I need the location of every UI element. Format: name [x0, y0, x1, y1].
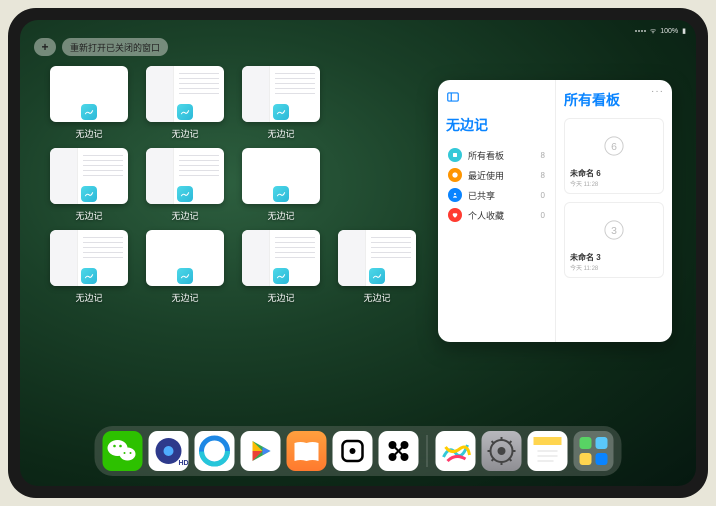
freeform-app-icon	[177, 268, 193, 284]
sidebar-item-clock[interactable]: 最近使用 8	[446, 165, 547, 185]
dock-app-folder[interactable]	[574, 431, 614, 471]
thumbnail-label: 无边记	[267, 291, 294, 304]
thumbnail-label: 无边记	[363, 291, 390, 304]
window-thumbnail[interactable]: 无边记	[242, 66, 320, 140]
dock-separator	[427, 435, 428, 467]
battery-icon: ▮	[682, 27, 686, 35]
popover-content-title: 所有看板	[564, 90, 664, 110]
heart-icon	[448, 208, 462, 222]
sidebar-item-label: 最近使用	[468, 169, 535, 182]
ipad-device: ᯤ 100% ▮ + 重新打开已关闭的窗口 无边记无边记无边记无边记无边记无边记…	[8, 8, 708, 498]
window-grid: 无边记无边记无边记无边记无边记无边记无边记无边记无边记无边记无边记无边记	[50, 66, 416, 304]
person-icon	[448, 188, 462, 202]
sidebar-item-count: 0	[541, 191, 545, 200]
thumbnail-label: 无边记	[75, 127, 102, 140]
board-preview: 3	[570, 208, 658, 252]
window-thumbnail[interactable]: 无边记	[146, 148, 224, 222]
sidebar-item-label: 个人收藏	[468, 209, 535, 222]
freeform-app-icon	[273, 186, 289, 202]
thumbnail-label: 无边记	[75, 209, 102, 222]
thumbnail-label: 无边记	[267, 209, 294, 222]
dock-app-freeform[interactable]	[436, 431, 476, 471]
svg-text:3: 3	[611, 226, 617, 237]
top-bar: + 重新打开已关闭的窗口	[34, 38, 168, 56]
board-card[interactable]: 6 未命名 6今天 11:28	[564, 118, 664, 194]
thumbnail-label: 无边记	[171, 291, 198, 304]
board-date: 今天 11:28	[570, 179, 658, 188]
window-thumbnail[interactable]: 无边记	[146, 230, 224, 304]
sidebar-item-square[interactable]: 所有看板 8	[446, 145, 547, 165]
dock-app-browser2[interactable]	[195, 431, 235, 471]
sidebar-item-count: 8	[541, 171, 545, 180]
window-thumbnail[interactable]: 无边记	[50, 66, 128, 140]
sidebar-item-label: 已共享	[468, 189, 535, 202]
freeform-app-icon	[177, 186, 193, 202]
signal-icon	[635, 30, 646, 32]
thumbnail-label: 无边记	[171, 209, 198, 222]
freeform-app-icon	[369, 268, 385, 284]
popover-sidebar: 无边记 所有看板 8 最近使用 8 已共享 0 个人收藏 0	[438, 80, 556, 342]
freeform-app-icon	[81, 186, 97, 202]
freeform-app-icon	[273, 104, 289, 120]
square-icon	[448, 148, 462, 162]
freeform-app-icon	[273, 268, 289, 284]
screen: ᯤ 100% ▮ + 重新打开已关闭的窗口 无边记无边记无边记无边记无边记无边记…	[20, 20, 696, 486]
dock-app-browser1[interactable]: HD	[149, 431, 189, 471]
battery-pct: 100%	[660, 28, 678, 35]
window-thumbnail[interactable]: 无边记	[242, 148, 320, 222]
thumbnail-label: 无边记	[267, 127, 294, 140]
sidebar-item-heart[interactable]: 个人收藏 0	[446, 205, 547, 225]
window-thumbnail[interactable]: 无边记	[242, 230, 320, 304]
freeform-popover: 无边记 所有看板8最近使用8已共享0个人收藏0 ··· 所有看板 6未命名 6今…	[438, 80, 672, 342]
board-name: 未命名 3	[570, 252, 658, 263]
wifi-icon: ᯤ	[650, 27, 656, 36]
window-thumbnail[interactable]: 无边记	[50, 148, 128, 222]
svg-text:6: 6	[611, 142, 617, 153]
board-preview: 6	[570, 124, 658, 168]
reopen-closed-window-button[interactable]: 重新打开已关闭的窗口	[62, 38, 168, 56]
sidebar-icon	[446, 90, 460, 104]
thumbnail-label: 无边记	[75, 291, 102, 304]
dock: HD	[95, 426, 622, 476]
popover-content: ··· 所有看板 6未命名 6今天 11:283未命名 3今天 11:28	[556, 80, 672, 342]
freeform-app-icon	[177, 104, 193, 120]
freeform-app-icon	[81, 268, 97, 284]
dock-app-dice[interactable]	[333, 431, 373, 471]
dock-app-connect[interactable]	[379, 431, 419, 471]
board-date: 今天 11:28	[570, 263, 658, 272]
dock-app-notes[interactable]	[528, 431, 568, 471]
sidebar-item-label: 所有看板	[468, 149, 535, 162]
status-bar: ᯤ 100% ▮	[30, 24, 686, 38]
sidebar-item-person[interactable]: 已共享 0	[446, 185, 547, 205]
window-thumbnail[interactable]: 无边记	[338, 230, 416, 304]
thumbnail-label: 无边记	[171, 127, 198, 140]
sidebar-item-count: 0	[541, 211, 545, 220]
window-thumbnail[interactable]: 无边记	[50, 230, 128, 304]
add-button[interactable]: +	[34, 38, 56, 56]
dock-app-wechat[interactable]	[103, 431, 143, 471]
clock-icon	[448, 168, 462, 182]
dock-app-books[interactable]	[287, 431, 327, 471]
board-name: 未命名 6	[570, 168, 658, 179]
dock-app-play[interactable]	[241, 431, 281, 471]
freeform-app-icon	[81, 104, 97, 120]
board-card[interactable]: 3 未命名 3今天 11:28	[564, 202, 664, 278]
more-icon[interactable]: ···	[651, 86, 664, 97]
window-thumbnail[interactable]: 无边记	[146, 66, 224, 140]
dock-app-settings[interactable]	[482, 431, 522, 471]
sidebar-item-count: 8	[541, 151, 545, 160]
popover-sidebar-title: 无边记	[446, 115, 547, 135]
svg-text:HD: HD	[179, 460, 189, 467]
